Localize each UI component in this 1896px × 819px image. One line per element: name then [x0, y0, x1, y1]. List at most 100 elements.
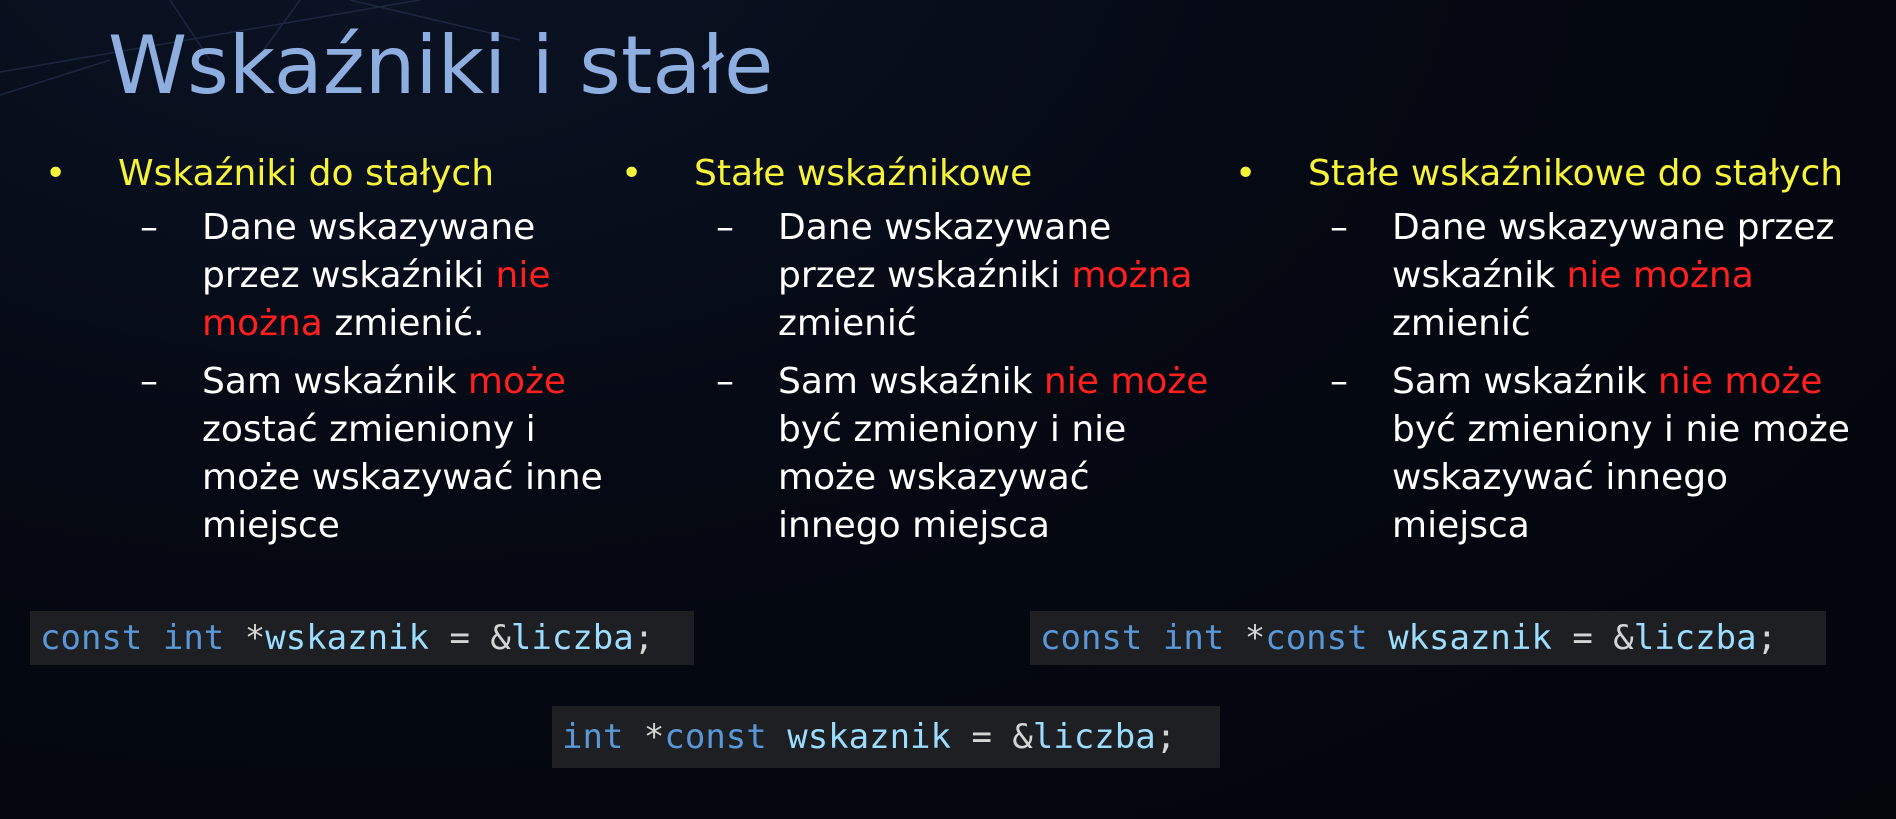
text-line: przez wskaźniki nie — [202, 252, 642, 300]
dash-icon: – — [716, 207, 734, 248]
text-span: Sam wskaźnik — [1392, 361, 1658, 402]
text-line: miejsce — [202, 502, 642, 550]
dash-icon: – — [140, 207, 158, 248]
text-span: Sam wskaźnik — [202, 361, 468, 402]
slide-title: Wskaźniki i stałe — [108, 19, 774, 112]
text-span: być zmieniony i nie — [778, 409, 1127, 450]
text-line: Sam wskaźnik nie może — [778, 358, 1218, 406]
code-operator: * — [643, 717, 665, 757]
column-heading: • Stałe wskaźnikowe — [618, 150, 1198, 198]
heading-text: Stałe wskaźnikowe — [694, 153, 1033, 194]
text-line: Sam wskaźnik może — [202, 358, 642, 406]
code-snippet-pointer-to-const: const int *wskaznik = &liczba; — [30, 611, 694, 665]
code-identifier: wksaznik — [1388, 618, 1552, 658]
heading-text: Wskaźniki do stałych — [118, 153, 495, 194]
sub-item: – Dane wskazywane przez wskaźniki można … — [618, 204, 1218, 348]
column-heading: • Stałe wskaźnikowe do stałych — [1232, 150, 1843, 198]
bullet-icon: • — [621, 153, 643, 194]
text-line: być zmieniony i nie może — [1392, 406, 1850, 454]
code-keyword: const — [40, 618, 143, 658]
text-line: może wskazywać — [778, 454, 1218, 502]
code-keyword: int — [1162, 618, 1225, 658]
bullet-icon: • — [45, 153, 67, 194]
highlight-text: można — [202, 303, 323, 344]
sub-item: – Sam wskaźnik nie może być zmieniony i … — [1232, 358, 1850, 550]
heading-text: Stałe wskaźnikowe do stałych — [1308, 153, 1844, 194]
text-span: zostać zmieniony i — [202, 409, 536, 450]
text-line: miejsca — [1392, 502, 1832, 550]
code-operator: * — [1244, 618, 1266, 658]
text-line: zmienić — [778, 300, 1218, 348]
column-constant-pointers: • Stałe wskaźnikowe – Dane wskazywane pr… — [618, 150, 1208, 550]
text-line: zostać zmieniony i — [202, 406, 642, 454]
text-span: może wskazywać inne — [202, 457, 603, 498]
text-line: Dane wskazywane — [778, 204, 1218, 252]
code-identifier: wskaznik — [265, 618, 429, 658]
text-span: przez wskaźniki — [202, 255, 496, 296]
code-snippet-const-pointer-to-const: const int *const wksaznik = &liczba; — [1030, 611, 1826, 665]
text-span: zmienić — [778, 303, 917, 344]
text-line: wskaźnik nie można — [1392, 252, 1832, 300]
text-span: miejsca — [1392, 505, 1530, 546]
text-line: Dane wskazywane — [202, 204, 642, 252]
sub-item: – Sam wskaźnik nie może być zmieniony i … — [618, 358, 1218, 550]
text-span: innego miejsca — [778, 505, 1050, 546]
sub-item: – Dane wskazywane przez wskaźnik nie moż… — [1232, 204, 1835, 348]
highlight-text: nie — [495, 255, 551, 296]
code-operator: ; — [633, 618, 655, 658]
code-identifier: liczba — [1633, 618, 1757, 658]
highlight-text: nie można — [1566, 255, 1754, 296]
code-operator: ; — [1155, 717, 1177, 757]
column-pointers-to-constants: • Wskaźniki do stałych – Dane wskazywane… — [42, 150, 622, 550]
text-line: przez wskaźniki można — [778, 252, 1218, 300]
code-operator: = & — [951, 717, 1033, 757]
dash-icon: – — [140, 361, 158, 402]
code-keyword: const — [1040, 618, 1143, 658]
code-keyword: int — [162, 618, 225, 658]
text-span: Dane wskazywane przez — [1392, 207, 1835, 248]
text-line: może wskazywać inne — [202, 454, 642, 502]
text-span: Dane wskazywane — [202, 207, 536, 248]
sub-item: – Sam wskaźnik może zostać zmieniony i m… — [42, 358, 642, 550]
text-span: miejsce — [202, 505, 340, 546]
text-span: zmienić — [1392, 303, 1531, 344]
code-keyword: const — [1265, 618, 1368, 658]
slide: Wskaźniki i stałe • Wskaźniki do stałych… — [0, 0, 1896, 819]
dash-icon: – — [716, 361, 734, 402]
bullet-icon: • — [1235, 153, 1257, 194]
text-span: przez wskaźniki — [778, 255, 1072, 296]
code-identifier: wskaznik — [787, 717, 951, 757]
highlight-text: może — [467, 361, 567, 402]
dash-icon: – — [1330, 361, 1348, 402]
text-span: wskaźnik — [1392, 255, 1567, 296]
text-line: być zmieniony i nie — [778, 406, 1218, 454]
text-span: wskazywać innego — [1392, 457, 1729, 498]
text-line: można zmienić. — [202, 300, 642, 348]
text-line: zmienić — [1392, 300, 1832, 348]
code-snippet-const-pointer: int *const wskaznik = &liczba; — [552, 706, 1220, 768]
column-heading: • Wskaźniki do stałych — [42, 150, 622, 198]
text-line: Dane wskazywane przez — [1392, 204, 1835, 252]
code-identifier: liczba — [1032, 717, 1156, 757]
code-keyword: int — [562, 717, 624, 757]
text-span: może wskazywać — [778, 457, 1090, 498]
column-constant-pointers-to-constants: • Stałe wskaźnikowe do stałych – Dane ws… — [1232, 150, 1850, 550]
text-span: zmienić. — [322, 303, 485, 344]
code-keyword: const — [664, 717, 767, 757]
code-operator: ; — [1756, 618, 1778, 658]
code-operator: = & — [1551, 618, 1634, 658]
sub-item: – Dane wskazywane przez wskaźniki nie mo… — [42, 204, 642, 348]
text-span: być zmieniony i nie może — [1392, 409, 1850, 450]
dash-icon: – — [1330, 207, 1348, 248]
text-span: Sam wskaźnik — [778, 361, 1044, 402]
text-span: Dane wskazywane — [778, 207, 1112, 248]
highlight-text: nie może — [1043, 361, 1209, 402]
code-operator: * — [244, 618, 266, 658]
